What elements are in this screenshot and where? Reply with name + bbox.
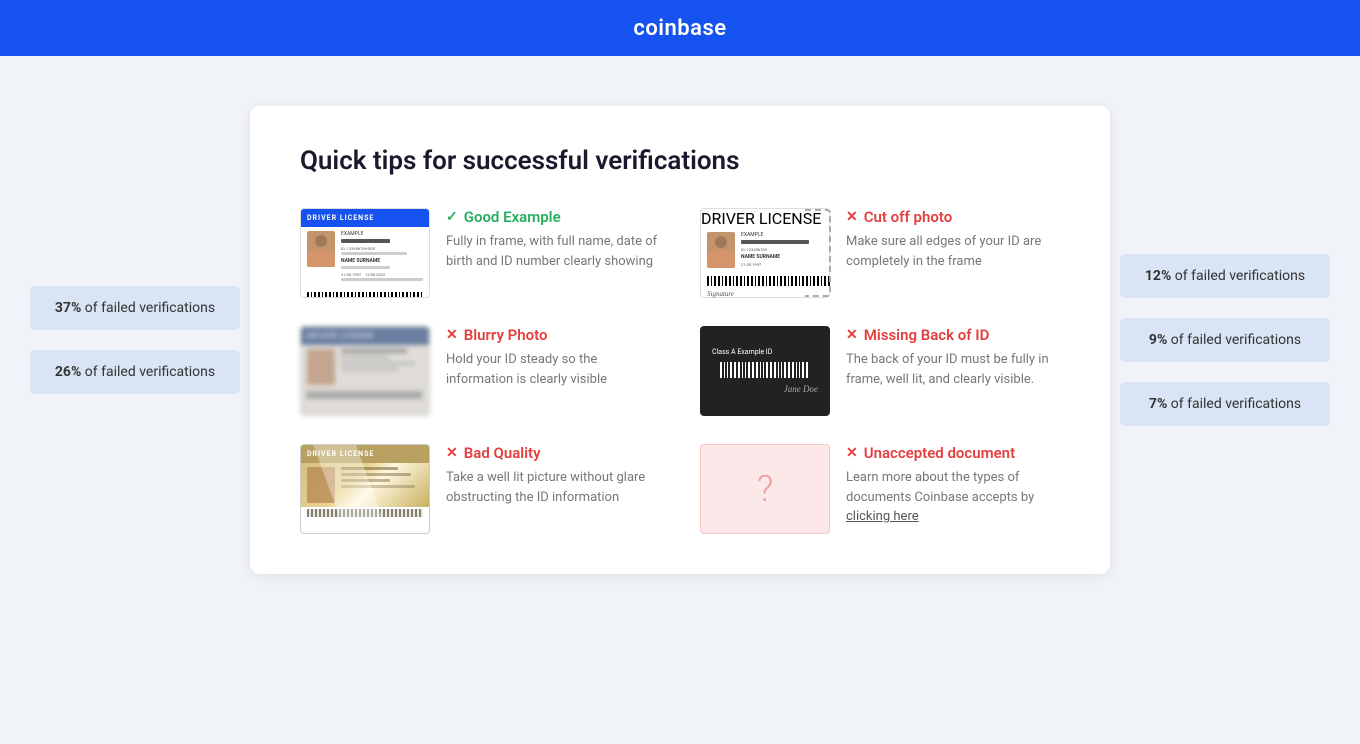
right-side-stats: 12% of failed verifications 9% of failed… (1120, 254, 1330, 426)
stat-label-37: of failed verifications (85, 300, 215, 316)
tip-title-text-cutoff: Cut off photo (864, 208, 952, 226)
coinbase-logo: coinbase (633, 16, 726, 41)
x-icon-back: ✕ (846, 327, 858, 343)
stat-card-12: 12% of failed verifications (1120, 254, 1330, 298)
stat-card-9: 9% of failed verifications (1120, 318, 1330, 362)
tip-title-unaccepted: ✕ Unaccepted document (846, 444, 1060, 462)
tip-title-cutoff: ✕ Cut off photo (846, 208, 1060, 226)
tip-desc-badquality: Take a well lit picture without glare ob… (446, 468, 660, 507)
stat-card-37: 37% of failed verifications (30, 286, 240, 330)
clicking-here-link[interactable]: clicking here (846, 509, 919, 524)
tip-title-text-good: Good Example (464, 208, 561, 226)
tip-desc-good: Fully in frame, with full name, date of … (446, 232, 660, 271)
tips-grid: DRIVER LICENSE EXAMPLE ID: 123456789-005… (300, 208, 1060, 534)
stat-percent-9: 9% (1149, 332, 1167, 348)
stat-percent-12: 12% (1145, 268, 1171, 284)
tip-content-unaccepted: ✕ Unaccepted document Learn more about t… (846, 444, 1060, 527)
tip-content-good: ✓ Good Example Fully in frame, with full… (446, 208, 660, 271)
tip-content-cutoff: ✕ Cut off photo Make sure all edges of y… (846, 208, 1060, 271)
x-icon-blurry: ✕ (446, 327, 458, 343)
tip-content-blurry: ✕ Blurry Photo Hold your ID steady so th… (446, 326, 660, 389)
tip-title-good: ✓ Good Example (446, 208, 660, 226)
tip-title-text-unaccepted: Unaccepted document (864, 444, 1015, 462)
id-thumb-blurry: DRIVER LICENSE (300, 326, 430, 416)
tip-title-text-back: Missing Back of ID (864, 326, 990, 344)
stat-label-12: of failed verifications (1175, 268, 1305, 284)
id-thumb-back: Class A Example ID Jane Doe (700, 326, 830, 416)
id-thumb-cutoff: DRIVER LICENSE EXAMPLE ID: 123456789 NAM… (700, 208, 830, 298)
tip-content-back: ✕ Missing Back of ID The back of your ID… (846, 326, 1060, 389)
tip-title-back: ✕ Missing Back of ID (846, 326, 1060, 344)
tip-blurry: DRIVER LICENSE ✕ (300, 326, 660, 416)
tip-desc-blurry: Hold your ID steady so the information i… (446, 350, 660, 389)
stat-label-26: of failed verifications (85, 364, 215, 380)
tip-desc-cutoff: Make sure all edges of your ID are compl… (846, 232, 1060, 271)
tip-desc-back: The back of your ID must be fully in fra… (846, 350, 1060, 389)
x-icon-unaccepted: ✕ (846, 445, 858, 461)
left-side-stats: 37% of failed verifications 26% of faile… (30, 286, 240, 394)
tip-unaccepted: ? ✕ Unaccepted document Learn more about… (700, 444, 1060, 534)
stat-label-7: of failed verifications (1171, 396, 1301, 412)
tip-title-text-badquality: Bad Quality (464, 444, 541, 462)
stat-percent-26: 26% (55, 364, 81, 380)
tip-title-badquality: ✕ Bad Quality (446, 444, 660, 462)
question-mark-icon: ? (757, 468, 773, 510)
id-thumb-good: DRIVER LICENSE EXAMPLE ID: 123456789-005… (300, 208, 430, 298)
tip-title-blurry: ✕ Blurry Photo (446, 326, 660, 344)
tip-title-text-blurry: Blurry Photo (464, 326, 548, 344)
stat-percent-7: 7% (1149, 396, 1167, 412)
id-thumb-unaccepted: ? (700, 444, 830, 534)
tip-missing-back: Class A Example ID Jane Doe ✕ Missing Ba… (700, 326, 1060, 416)
id-thumb-badquality: DRIVER LICENSE (300, 444, 430, 534)
tip-bad-quality: DRIVER LICENSE (300, 444, 660, 534)
x-icon-badquality: ✕ (446, 445, 458, 461)
stat-percent-37: 37% (55, 300, 81, 316)
tip-content-badquality: ✕ Bad Quality Take a well lit picture wi… (446, 444, 660, 507)
main-content: 37% of failed verifications 26% of faile… (0, 56, 1360, 624)
x-icon-cutoff: ✕ (846, 209, 858, 225)
stat-card-26: 26% of failed verifications (30, 350, 240, 394)
stat-label-9: of failed verifications (1171, 332, 1301, 348)
tip-cutoff: DRIVER LICENSE EXAMPLE ID: 123456789 NAM… (700, 208, 1060, 298)
card-title: Quick tips for successful verifications (300, 146, 1060, 176)
tip-desc-unaccepted: Learn more about the types of documents … (846, 468, 1060, 527)
stat-card-7: 7% of failed verifications (1120, 382, 1330, 426)
tips-card: Quick tips for successful verifications … (250, 106, 1110, 574)
check-icon: ✓ (446, 209, 458, 225)
header: coinbase (0, 0, 1360, 56)
tip-good-example: DRIVER LICENSE EXAMPLE ID: 123456789-005… (300, 208, 660, 298)
